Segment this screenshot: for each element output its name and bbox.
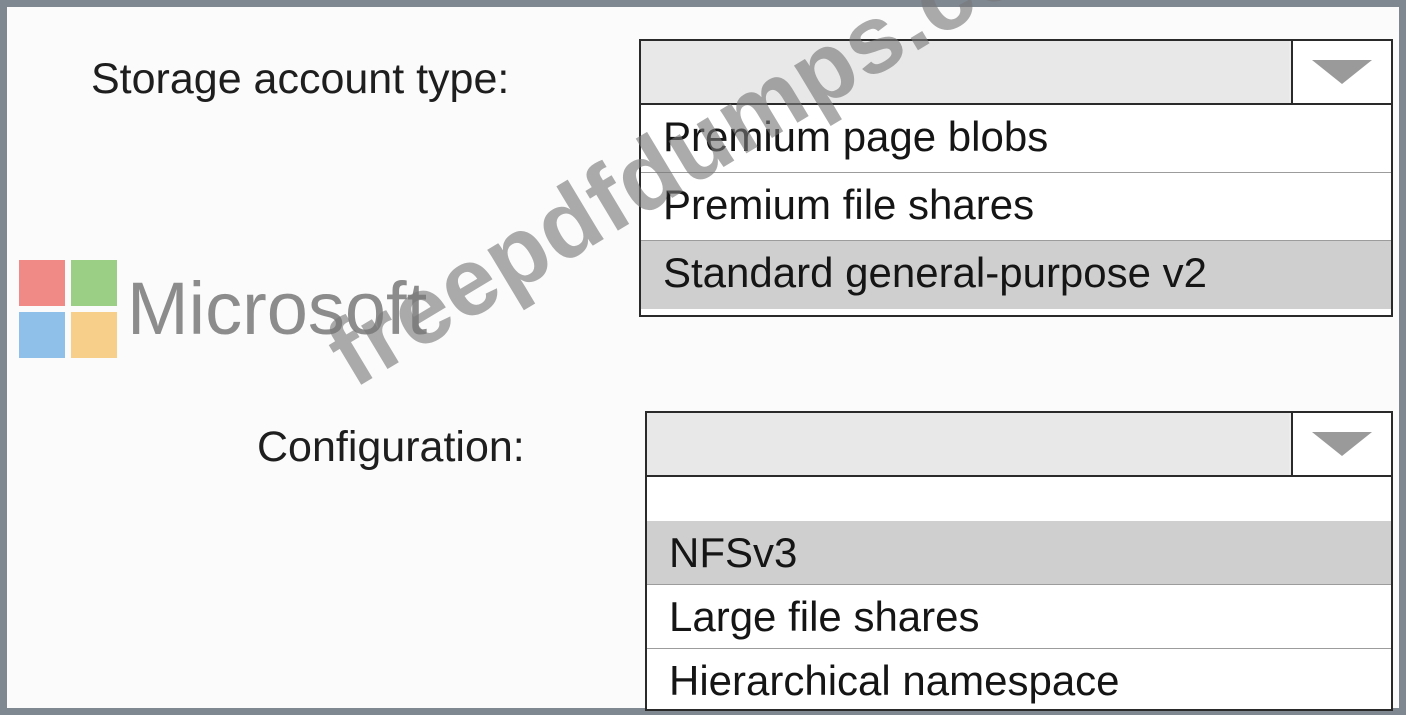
question-frame: Storage account type: Premium page blobs… <box>0 0 1406 715</box>
configuration-dropdown-toggle[interactable] <box>1291 413 1391 475</box>
microsoft-logo: Microsoft <box>19 260 427 358</box>
microsoft-logo-icon <box>19 260 117 358</box>
chevron-down-icon <box>1312 60 1372 84</box>
option-premium-page-blobs[interactable]: Premium page blobs <box>641 105 1391 173</box>
storage-selected-value[interactable] <box>641 41 1289 103</box>
configuration-dropdown-header[interactable] <box>647 413 1391 477</box>
storage-account-type-dropdown[interactable]: Premium page blobs Premium file shares S… <box>639 39 1393 317</box>
configuration-label: Configuration: <box>257 423 525 471</box>
option-standard-general-purpose-v2[interactable]: Standard general-purpose v2 <box>641 241 1391 309</box>
logo-square-green <box>71 260 117 306</box>
configuration-dropdown[interactable]: NFSv3 Large file shares Hierarchical nam… <box>645 411 1393 711</box>
option-premium-file-shares[interactable]: Premium file shares <box>641 173 1391 241</box>
storage-dropdown-header[interactable] <box>641 41 1391 105</box>
chevron-down-icon <box>1312 432 1372 456</box>
option-large-file-shares[interactable]: Large file shares <box>647 585 1391 649</box>
option-hierarchical-namespace[interactable]: Hierarchical namespace <box>647 649 1391 713</box>
storage-dropdown-toggle[interactable] <box>1291 41 1391 103</box>
configuration-list-spacer <box>647 477 1391 521</box>
storage-account-type-label: Storage account type: <box>91 55 510 103</box>
option-nfsv3[interactable]: NFSv3 <box>647 521 1391 585</box>
logo-square-yellow <box>71 312 117 358</box>
microsoft-logo-text: Microsoft <box>127 267 428 350</box>
configuration-selected-value[interactable] <box>647 413 1289 475</box>
logo-square-red <box>19 260 65 306</box>
logo-square-blue <box>19 312 65 358</box>
